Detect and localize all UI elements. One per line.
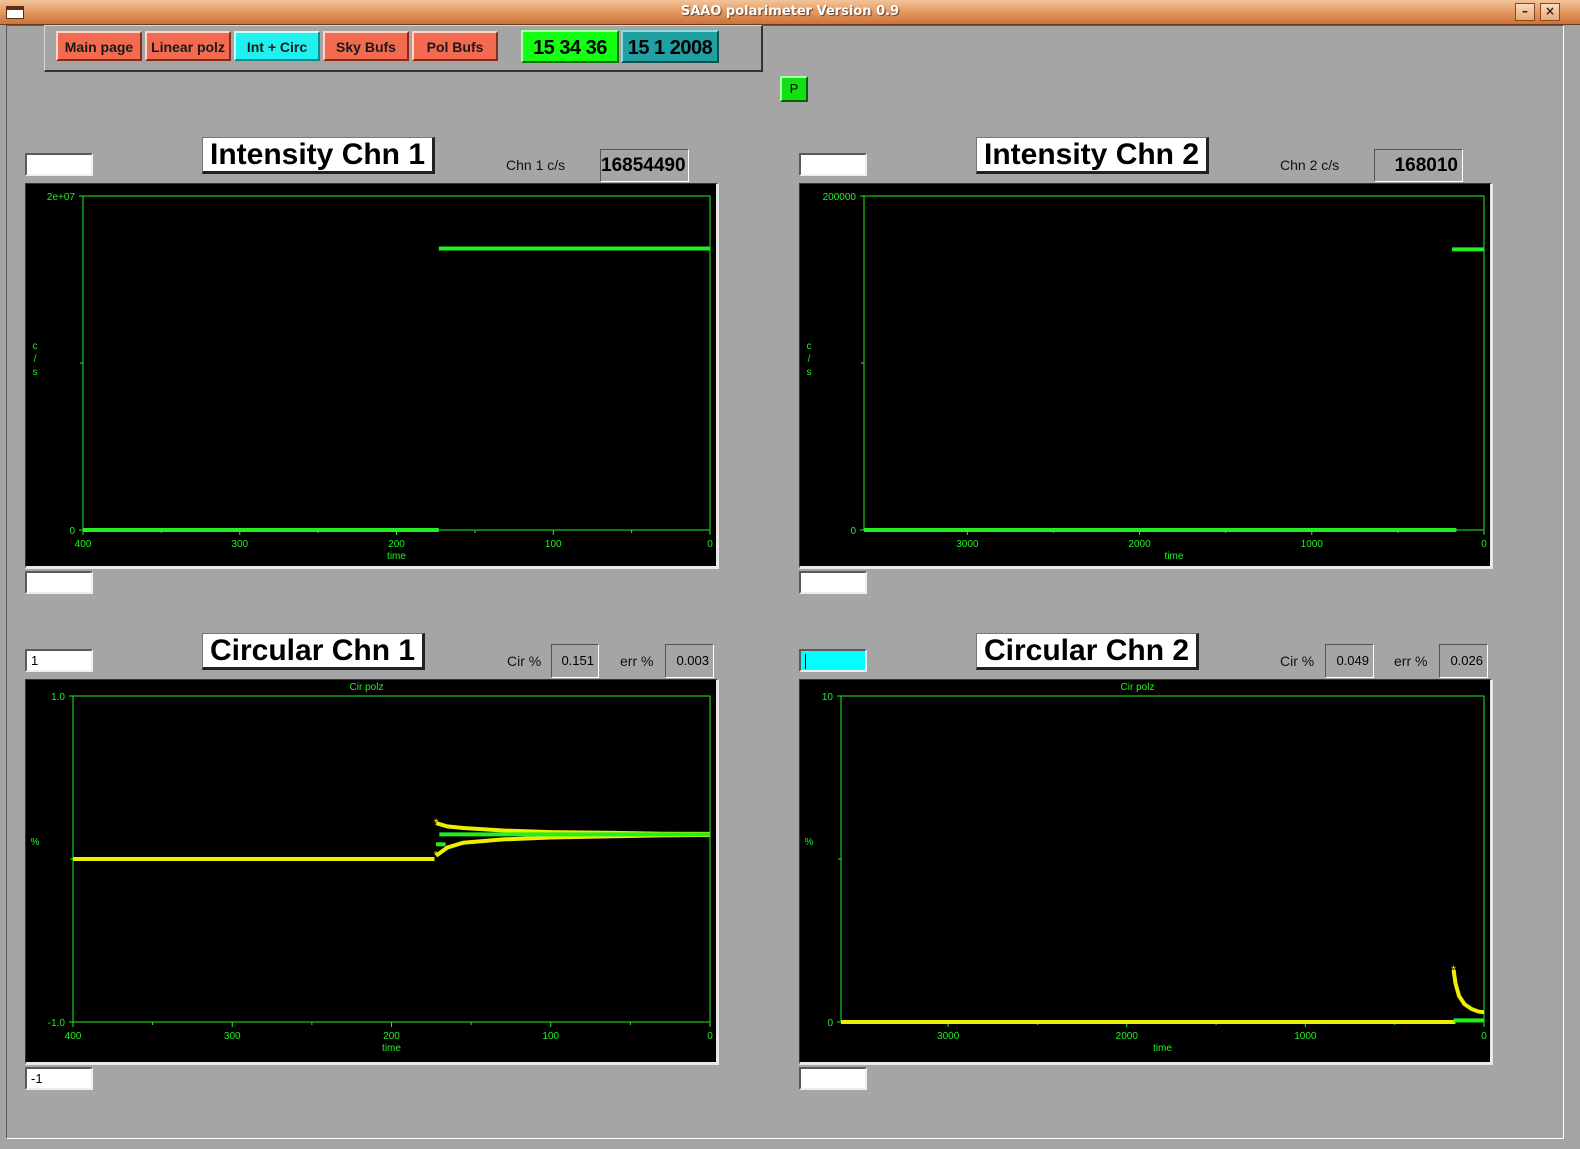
x-tick-label: 400 [75, 539, 92, 550]
y-tick-label: 0 [827, 1018, 833, 1029]
int1-heading: Intensity Chn 1 [202, 137, 436, 174]
p-button[interactable]: P [780, 76, 808, 102]
circ2-cir-value: 0.049 [1325, 644, 1374, 678]
x-tick-label: 2000 [1116, 1031, 1139, 1042]
series-line [434, 833, 711, 858]
series-start-marker: * [434, 849, 439, 863]
circ2-plot: 3000 2000 1000 0 10 0 time% Cir polz * [799, 679, 1493, 1065]
x-tick-label: 0 [1481, 539, 1487, 550]
x-tick-label: 300 [224, 1031, 241, 1042]
x-tick-label: 100 [542, 1031, 559, 1042]
circ1-ymax-input[interactable]: 1 [25, 649, 93, 672]
circ2-ymax-input[interactable] [799, 649, 867, 672]
int2-stat-label: Chn 2 c/s [1280, 157, 1340, 173]
int2-plot: 3000 2000 1000 0 200000 0 time c / s [799, 183, 1493, 569]
int1-ymax-input[interactable] [25, 153, 93, 176]
title-bar: SAAO polarimeter Version 0.9 – × [0, 0, 1580, 25]
x-tick-label: 300 [231, 539, 248, 550]
circ1-heading: Circular Chn 1 [202, 633, 426, 670]
y-axis-label: c / s [807, 341, 812, 378]
int2-chart-svg: 3000 2000 1000 0 200000 0 time c / s [807, 192, 1488, 562]
series-start-marker: * [434, 816, 439, 830]
y-tick-label: 0 [69, 526, 75, 537]
chart-title: Cir polz [1121, 682, 1155, 693]
circ1-cir-label: Cir % [507, 653, 542, 669]
y-tick-label: 1.0 [51, 692, 65, 703]
x-tick-label: 1000 [1301, 539, 1324, 550]
series-start-marker: * [1451, 963, 1456, 977]
circ1-err-value: 0.003 [665, 644, 714, 678]
int1-chart-svg: 400 300 200 100 0 2e+07 0 time c / s [33, 192, 714, 562]
x-tick-label: 2000 [1128, 539, 1151, 550]
circ2-ymin-input[interactable] [799, 1067, 867, 1090]
int2-stat-value: 168010 [1374, 149, 1463, 182]
x-axis-label: time [382, 1043, 401, 1054]
circ1-ymin-input[interactable]: -1 [25, 1067, 93, 1090]
close-button[interactable]: × [1540, 3, 1560, 21]
nav-main-page-button[interactable]: Main page [56, 31, 142, 61]
y-tick-label: 2e+07 [47, 192, 76, 203]
y-axis-label: c / s [33, 341, 38, 378]
x-tick-label: 100 [545, 539, 562, 550]
x-tick-label: 0 [1481, 1031, 1487, 1042]
circ2-chart-svg: 3000 2000 1000 0 10 0 time% Cir polz * [805, 682, 1488, 1054]
circ1-cir-value: 0.151 [551, 644, 599, 678]
text-caret [805, 654, 806, 670]
nav-pol-bufs-button[interactable]: Pol Bufs [412, 31, 498, 61]
x-tick-label: 3000 [937, 1031, 960, 1042]
x-tick-label: 0 [707, 1031, 713, 1042]
circ2-cir-label: Cir % [1280, 653, 1315, 669]
x-tick-label: 200 [383, 1031, 400, 1042]
int1-ymin-input[interactable] [25, 571, 93, 594]
x-axis-label: time [1165, 551, 1184, 562]
x-axis-label: time [1153, 1043, 1172, 1054]
x-tick-label: 1000 [1294, 1031, 1317, 1042]
int1-stat-label: Chn 1 c/s [506, 157, 566, 173]
x-tick-label: 200 [388, 539, 405, 550]
circ1-plot: 400 300 200 100 0 1.0 -1.0 time% Cir polz * * [25, 679, 719, 1065]
circ1-chart-svg: 400 300 200 100 0 1.0 -1.0 time% Cir polz * * [31, 682, 714, 1054]
int2-heading: Intensity Chn 2 [976, 137, 1210, 174]
series-line [435, 821, 711, 836]
plot-frame [82, 195, 711, 531]
x-tick-label: 3000 [956, 539, 979, 550]
y-tick-label: 0 [850, 526, 856, 537]
plot-frame [863, 195, 1485, 531]
int2-ymin-input[interactable] [799, 571, 867, 594]
x-tick-label: 0 [707, 539, 713, 550]
plot-frame [840, 695, 1485, 1023]
clock-time-display: 15 34 36 [521, 30, 619, 63]
minimize-button[interactable]: – [1515, 3, 1535, 21]
circ2-err-label: err % [1394, 653, 1428, 669]
nav-int-circ-button[interactable]: Int + Circ [234, 31, 320, 61]
circ1-err-label: err % [620, 653, 654, 669]
x-tick-label: 400 [65, 1031, 82, 1042]
x-axis-label: time [387, 551, 406, 562]
series-line [1451, 969, 1485, 1015]
int1-plot: 400 300 200 100 0 2e+07 0 time c / s [25, 183, 719, 569]
clock-date-display: 15 1 2008 [621, 30, 719, 63]
y-tick-label: 200000 [823, 192, 857, 203]
window-title: SAAO polarimeter Version 0.9 [680, 4, 900, 19]
nav-linear-polz-button[interactable]: Linear polz [145, 31, 231, 61]
y-tick-label: 10 [822, 692, 834, 703]
chart-title: Cir polz [350, 682, 384, 693]
y-axis-label: % [31, 837, 40, 848]
nav-sky-bufs-button[interactable]: Sky Bufs [323, 31, 409, 61]
y-axis-label: % [805, 837, 814, 848]
int2-ymax-input[interactable] [799, 153, 867, 176]
int1-stat-value: 16854490 [600, 149, 689, 182]
circ2-err-value: 0.026 [1439, 644, 1488, 678]
y-tick-label: -1.0 [48, 1018, 66, 1029]
circ2-heading: Circular Chn 2 [976, 633, 1200, 670]
